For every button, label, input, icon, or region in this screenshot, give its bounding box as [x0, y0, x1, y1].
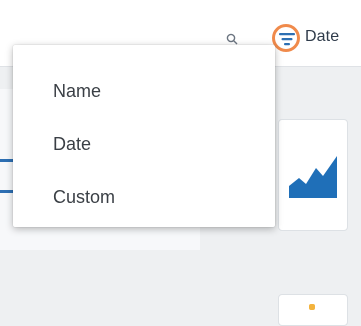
search-icon[interactable] [226, 32, 238, 45]
menu-item-date[interactable]: Date [53, 134, 91, 155]
menu-item-name[interactable]: Name [53, 81, 101, 102]
sort-lines-icon [279, 33, 295, 46]
sort-label[interactable]: Date [305, 28, 339, 46]
sort-dropdown-menu: Name Date Custom [13, 45, 275, 227]
sort-button[interactable] [272, 24, 300, 52]
area-chart-icon [289, 156, 337, 198]
tile-icon [309, 304, 315, 310]
chart-tile[interactable] [278, 119, 348, 231]
menu-item-custom[interactable]: Custom [53, 187, 115, 208]
chart-tile[interactable] [278, 294, 348, 326]
